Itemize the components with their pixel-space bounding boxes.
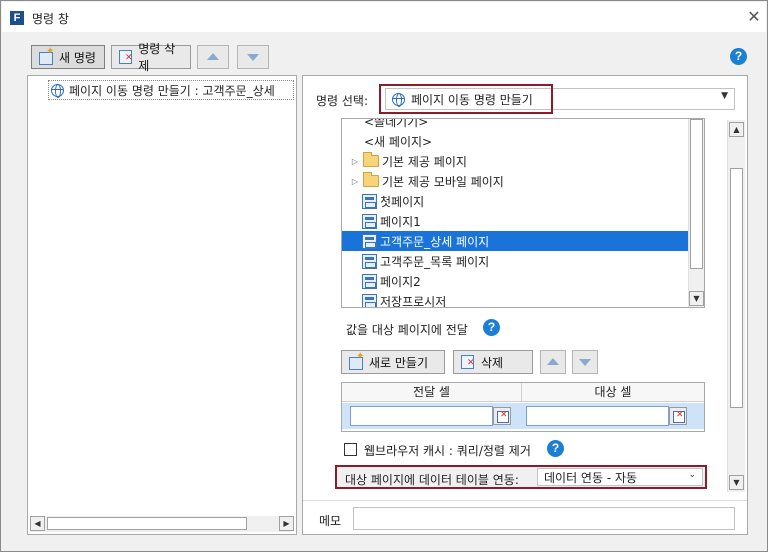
window-title: 명령 창 [32, 12, 69, 26]
folder-icon [363, 172, 379, 187]
chevron-down-icon: ▼ [721, 91, 728, 101]
page-tree-item[interactable]: 고객주문_목록 페이지 [342, 251, 688, 271]
page-tree-item[interactable]: <새 페이지> [342, 131, 688, 151]
command-list-panel: 페이지 이동 명령 만들기 : 고객주문_상세 ◀ ▶ [27, 75, 297, 535]
delete-mapping-label: 삭제 [481, 355, 504, 370]
scroll-left-icon[interactable]: ◀ [30, 516, 45, 531]
col-target-header: 대상 셀 [522, 383, 704, 402]
tree-scroll-thumb[interactable] [690, 119, 703, 269]
cell-picker-icon[interactable] [669, 407, 687, 425]
command-list-item[interactable]: 페이지 이동 명령 만들기 : 고객주문_상세 [48, 80, 294, 100]
panel-vertical-scrollbar[interactable]: ▲ ▼ [727, 120, 745, 492]
delete-document-icon [460, 354, 476, 370]
folder-icon [363, 152, 379, 167]
pass-values-label: 값을 대상 페이지에 전달 [346, 323, 468, 337]
scroll-down-icon[interactable]: ▼ [689, 291, 704, 306]
page-tree-item-label: 페이지1 [380, 214, 421, 229]
page-icon [362, 213, 377, 229]
delete-command-button[interactable]: 명령 삭제 [111, 42, 191, 73]
mapping-up-button[interactable] [540, 350, 566, 374]
browser-cache-label: 웹브라우저 캐시 : 쿼리/정렬 제거 [364, 444, 531, 458]
app-icon: F [10, 11, 24, 25]
command-list-item-label: 페이지 이동 명령 만들기 : 고객주문_상세 [69, 83, 275, 98]
page-tree-item-label: 기본 제공 페이지 [382, 154, 467, 169]
scroll-thumb[interactable] [47, 517, 247, 530]
title-bar: F 명령 창 ✕ [2, 2, 766, 32]
arrow-up-icon [547, 358, 559, 365]
page-tree-item-label: 고객주문_목록 페이지 [380, 254, 490, 269]
new-mapping-label: 새로 만들기 [369, 355, 429, 370]
target-cell-input[interactable] [526, 406, 669, 426]
highlight-box [379, 84, 553, 114]
page-tree-item-label: <쓸데기기> [364, 118, 429, 129]
browser-cache-checkbox[interactable] [344, 443, 357, 456]
memo-input[interactable] [353, 507, 735, 530]
page-tree-item[interactable]: 저장프로시저 [342, 291, 688, 308]
page-tree-item-label: 기본 제공 모바일 페이지 [382, 174, 504, 189]
help-icon[interactable]: ? [547, 440, 564, 457]
page-icon [362, 193, 377, 209]
page-tree-item-label: 저장프로시저 [380, 294, 447, 308]
page-icon [362, 273, 377, 289]
delete-mapping-button[interactable]: 삭제 [453, 350, 533, 374]
mapping-row [342, 403, 704, 429]
expand-icon[interactable]: ▷ [350, 157, 360, 166]
new-command-label: 새 명령 [59, 50, 96, 65]
page-tree-item[interactable]: ▷ 기본 제공 페이지 [342, 151, 688, 171]
chevron-down-icon: ⌄ [688, 470, 696, 480]
divider [303, 500, 747, 501]
page-icon [362, 293, 377, 307]
data-link-highlight: 대상 페이지에 데이터 테이블 연동: 데이터 연동 - 자동 ⌄ [335, 465, 707, 489]
horizontal-scrollbar[interactable]: ◀ ▶ [30, 516, 294, 532]
help-icon[interactable]: ? [483, 319, 500, 336]
panel-scroll-thumb[interactable] [730, 168, 743, 408]
data-link-value: 데이터 연동 - 자동 [544, 470, 638, 485]
page-icon [362, 253, 377, 269]
mapping-grid: 전달 셀 대상 셀 [341, 382, 705, 432]
data-link-label: 대상 페이지에 데이터 테이블 연동: [345, 473, 519, 487]
arrow-down-icon [579, 359, 591, 366]
mapping-down-button[interactable] [572, 350, 598, 374]
delete-document-icon [118, 49, 133, 65]
new-command-button[interactable]: 새 명령 [31, 45, 105, 69]
page-tree-item[interactable]: 고객주문_상세 페이지 [342, 231, 688, 251]
expand-icon[interactable]: ▷ [350, 177, 360, 186]
help-icon[interactable]: ? [730, 48, 747, 65]
memo-label: 메모 [319, 514, 342, 528]
page-tree-item-label: 고객주문_상세 페이지 [380, 234, 490, 249]
page-tree: <쓸데기기> <새 페이지> ▷ 기본 제공 페이지 ▷ 기본 제공 모바일 페이지첫페이… [341, 118, 705, 308]
data-link-dropdown[interactable]: 데이터 연동 - 자동 ⌄ [537, 468, 703, 486]
scroll-up-icon[interactable]: ▲ [729, 122, 744, 137]
arrow-down-icon [247, 54, 259, 61]
new-document-icon [348, 351, 364, 370]
page-tree-item-label: <새 페이지> [364, 134, 433, 149]
move-down-button[interactable] [237, 45, 269, 69]
scroll-right-icon[interactable]: ▶ [279, 516, 294, 531]
new-document-icon [38, 46, 54, 65]
delete-command-label: 명령 삭제 [138, 42, 176, 73]
col-source-header: 전달 셀 [342, 383, 522, 402]
arrow-up-icon [207, 53, 219, 60]
page-tree-item[interactable]: ▷ 기본 제공 모바일 페이지 [342, 171, 688, 191]
page-icon [362, 233, 377, 249]
source-cell-input[interactable] [350, 406, 493, 426]
globe-icon [51, 83, 64, 98]
move-up-button[interactable] [197, 45, 229, 69]
page-tree-item[interactable]: 첫페이지 [342, 191, 688, 211]
command-select-label: 명령 선택: [316, 94, 369, 108]
tree-vertical-scrollbar[interactable]: ▼ [688, 119, 704, 307]
page-tree-item-label: 페이지2 [380, 274, 421, 289]
new-mapping-button[interactable]: 새로 만들기 [341, 350, 445, 374]
page-tree-item[interactable]: 페이지1 [342, 211, 688, 231]
scroll-down-icon[interactable]: ▼ [729, 475, 744, 490]
cell-picker-icon[interactable] [493, 407, 511, 425]
page-tree-item-label: 첫페이지 [380, 194, 425, 209]
page-tree-item[interactable]: 페이지2 [342, 271, 688, 291]
command-detail-panel: 명령 선택: 페이지 이동 명령 만들기 ▼ <쓸데기기> <새 페이지> ▷ 기본 … [302, 75, 748, 535]
page-tree-body: <쓸데기기> <새 페이지> ▷ 기본 제공 페이지 ▷ 기본 제공 모바일 페이지첫페이… [342, 118, 688, 308]
page-tree-item[interactable]: <쓸데기기> [342, 118, 688, 131]
close-icon[interactable]: ✕ [746, 8, 762, 26]
command-window: F 명령 창 ✕ 새 명령 명령 삭제 ? 페이지 이동 명령 만들기 : 고객… [0, 0, 768, 552]
